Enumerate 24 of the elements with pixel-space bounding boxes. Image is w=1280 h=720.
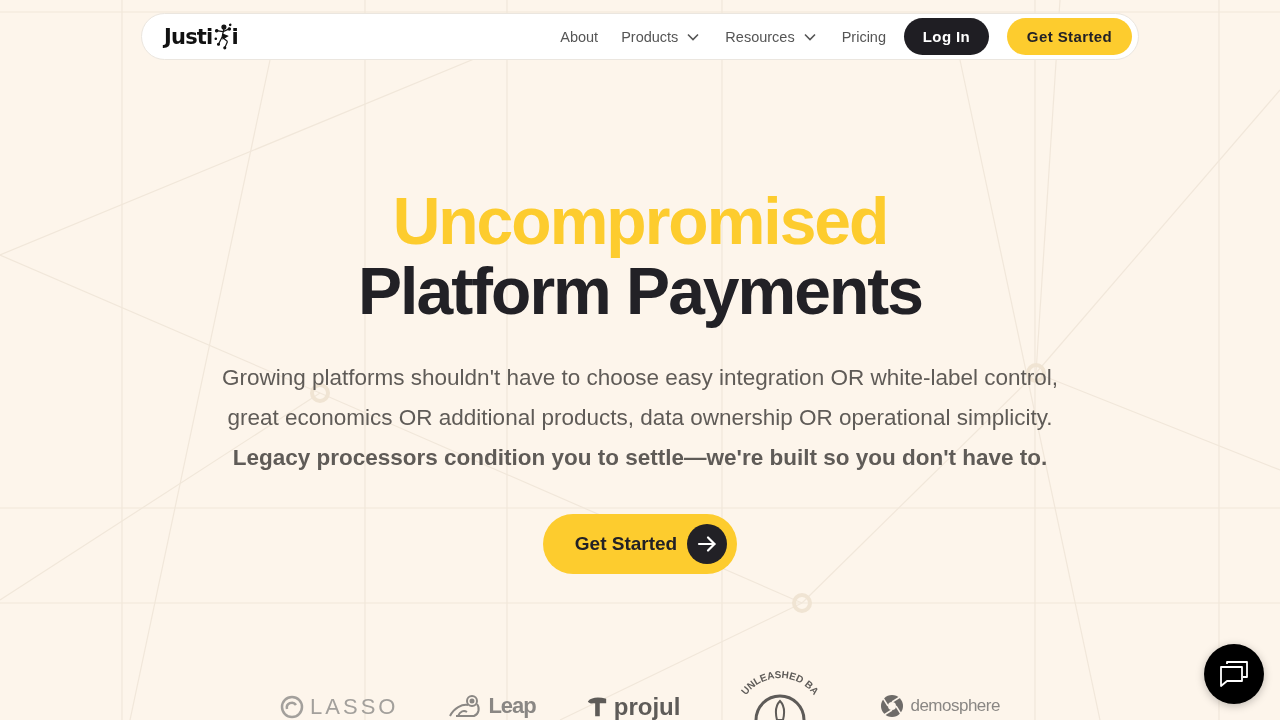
- nav-dropdown[interactable]: Products: [621, 28, 700, 45]
- chat-button[interactable]: [1204, 644, 1264, 704]
- chevron-down-icon: [687, 32, 700, 41]
- client-logo-text: Leap: [488, 693, 536, 719]
- stick-figure-icon: [213, 22, 232, 51]
- get-started-button[interactable]: Get Started: [1007, 18, 1132, 55]
- logo-link[interactable]: Justi i: [164, 22, 238, 51]
- client-logo-text: projul: [613, 694, 681, 720]
- hammer-logo-icon: [585, 695, 608, 719]
- client-logo-text: LASSO: [310, 694, 399, 720]
- frog-logo-icon: [448, 694, 483, 718]
- ring-logo-icon: [280, 695, 305, 719]
- nav-dropdown[interactable]: Resources: [725, 28, 816, 45]
- nav-link[interactable]: Pricing: [841, 28, 886, 45]
- emphasis-text: Legacy processors condition you to settle—we're built so you don't have to.: [232, 444, 1048, 472]
- client-logo-text: demosphere: [910, 695, 1000, 717]
- nav-link[interactable]: About: [560, 28, 599, 45]
- arrow-right-icon: [687, 524, 728, 564]
- subtitle: Growing platforms shouldn't have to choose easy integration OR white-label control, great economics OR additional products, data ownership OR operational simplicity.: [221, 364, 1059, 432]
- login-button[interactable]: Log In: [904, 18, 989, 55]
- chevron-down-icon: [803, 32, 816, 41]
- chat-bubbles-icon: [1219, 660, 1249, 688]
- headline-accent: Uncompromised: [392, 186, 888, 256]
- get-started-cta-button[interactable]: Get Started: [542, 514, 738, 574]
